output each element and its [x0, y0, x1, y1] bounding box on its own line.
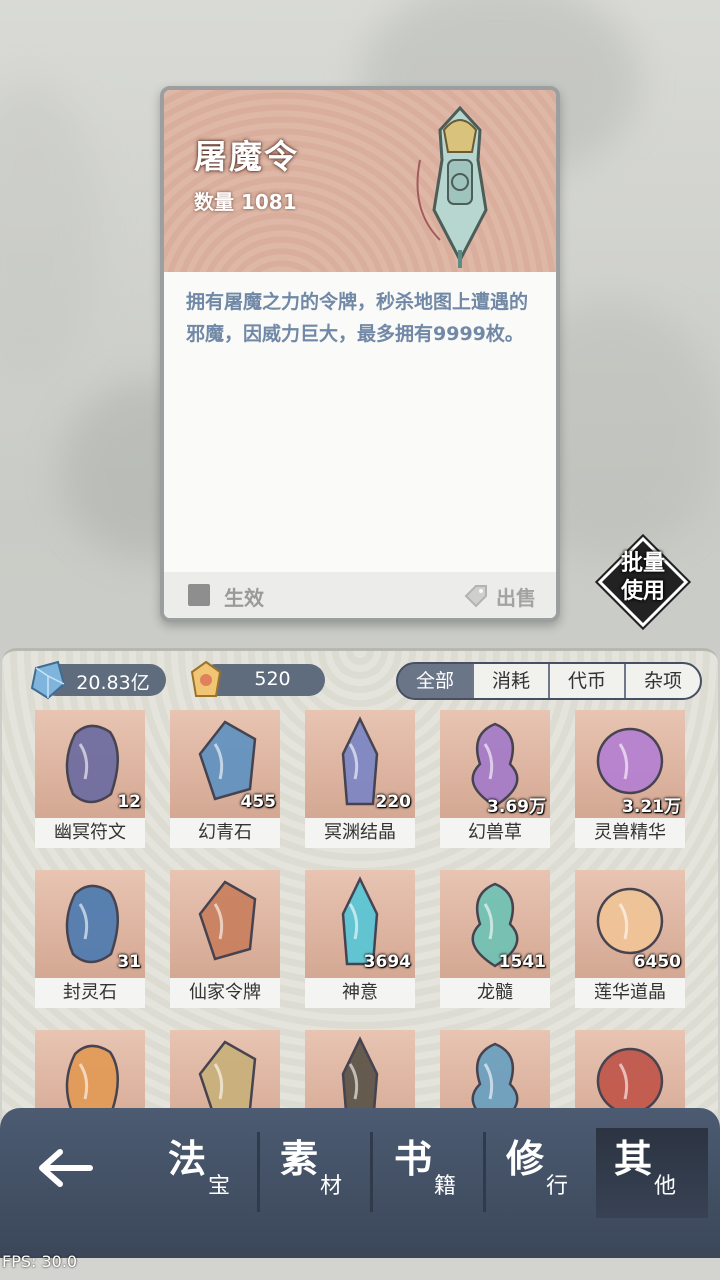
item-icon: [65, 1044, 119, 1110]
inventory-item[interactable]: 3.21万 灵兽精华: [575, 710, 685, 848]
item-thumbnail: [35, 1030, 145, 1110]
sell-button[interactable]: 出售: [496, 582, 536, 611]
item-icon: [198, 1040, 257, 1110]
back-arrow-icon[interactable]: [36, 1148, 96, 1188]
inventory-item[interactable]: 31 封灵石: [35, 870, 145, 1008]
item-count: 3694: [363, 952, 411, 972]
item-label: 仙家令牌: [170, 978, 280, 1008]
item-label: 冥渊结晶: [305, 818, 415, 848]
item-detail-card: 屠魔令 数量 1081 拥有屠魔之力的令牌，秒杀地图上遭遇的邪魔，因威力巨大，最…: [160, 86, 560, 622]
item-icon: [596, 1047, 664, 1110]
item-thumbnail: 3694: [305, 870, 415, 978]
effect-checkbox[interactable]: [188, 584, 210, 606]
inventory-item[interactable]: 3694 神意: [305, 870, 415, 1008]
item-grid: 12 幽冥符文 455 幻青石 220 冥渊结晶 3.69万 幻兽草 3.21万 灵兽精华 31 封灵…: [35, 710, 695, 1110]
item-icon: [471, 1042, 519, 1110]
item-quantity: 数量 1081: [194, 190, 297, 214]
item-count: 6450: [633, 952, 681, 972]
inventory-item[interactable]: 仙家令牌: [170, 870, 280, 1008]
inventory-item[interactable]: 12 幽冥符文: [35, 710, 145, 848]
bottom-nav: 法 宝 素 材 书 籍 修 行 其 他: [0, 1108, 720, 1258]
item-thumbnail: 31: [35, 870, 145, 978]
item-label: 龙髓: [440, 978, 550, 1008]
sell-tag-icon[interactable]: [462, 582, 490, 610]
inventory-item[interactable]: [440, 1030, 550, 1110]
item-thumbnail: 3.21万: [575, 710, 685, 818]
item-count: 220: [375, 792, 412, 812]
demon-slaying-token-icon: [416, 105, 488, 268]
item-thumbnail: 220: [305, 710, 415, 818]
tab-all[interactable]: 全部: [398, 664, 472, 698]
item-label: 幽冥符文: [35, 818, 145, 848]
inventory-item[interactable]: [170, 1030, 280, 1110]
tab-consumable[interactable]: 消耗: [472, 664, 548, 698]
item-detail-footer: 生效 出售: [164, 572, 556, 618]
tab-misc[interactable]: 杂项: [624, 664, 700, 698]
inventory-item[interactable]: [575, 1030, 685, 1110]
item-thumbnail: [440, 1030, 550, 1110]
inventory-item[interactable]: [35, 1030, 145, 1110]
jade-amount: 520: [254, 668, 291, 690]
item-detail-header: 屠魔令 数量 1081: [164, 90, 556, 272]
item-name: 屠魔令: [194, 137, 299, 176]
item-thumbnail: 1541: [440, 870, 550, 978]
item-count: 3.69万: [487, 797, 546, 817]
nav-divider: [370, 1132, 373, 1212]
item-thumbnail: [170, 1030, 280, 1110]
item-thumbnail: 6450: [575, 870, 685, 978]
item-thumbnail: 455: [170, 710, 280, 818]
item-thumbnail: [305, 1030, 415, 1110]
effect-label[interactable]: 生效: [224, 582, 264, 611]
inventory-item[interactable]: 6450 莲华道晶: [575, 870, 685, 1008]
batch-use-label-line1: 批量: [620, 551, 665, 576]
item-label: 幻青石: [170, 818, 280, 848]
item-thumbnail: 12: [35, 710, 145, 818]
item-label: 封灵石: [35, 978, 145, 1008]
fps-counter: FPS: 30.0: [2, 1252, 78, 1271]
item-label: 神意: [305, 978, 415, 1008]
background-ink: [0, 80, 100, 380]
inventory-item[interactable]: 455 幻青石: [170, 710, 280, 848]
tab-token[interactable]: 代币: [548, 664, 624, 698]
item-label: 灵兽精华: [575, 818, 685, 848]
nav-divider: [483, 1132, 486, 1212]
nav-divider: [257, 1132, 260, 1212]
inventory-item[interactable]: [305, 1030, 415, 1110]
inventory-item[interactable]: 3.69万 幻兽草: [440, 710, 550, 848]
item-icon: [341, 1036, 379, 1110]
item-count: 455: [240, 792, 277, 812]
batch-use-label-line2: 使用: [620, 579, 665, 604]
item-thumbnail: 3.69万: [440, 710, 550, 818]
item-label: 莲华道晶: [575, 978, 685, 1008]
batch-use-button[interactable]: 批量 使用: [594, 533, 692, 631]
item-thumbnail: [575, 1030, 685, 1110]
nav-tab-other[interactable]: 其 他: [596, 1128, 708, 1218]
item-count: 31: [117, 952, 141, 972]
item-count: 12: [117, 792, 141, 812]
inventory-item[interactable]: 220 冥渊结晶: [305, 710, 415, 848]
jade-token-icon: [190, 660, 222, 697]
item-description: 拥有屠魔之力的令牌，秒杀地图上遭遇的邪魔，因威力巨大，最多拥有9999枚。: [186, 291, 529, 345]
item-count: 3.21万: [622, 797, 681, 817]
filter-tabs: 全部 消耗 代币 杂项: [396, 662, 702, 700]
crystal-icon: [30, 660, 66, 700]
crystal-amount: 20.83亿: [76, 672, 150, 694]
item-label: 幻兽草: [440, 818, 550, 848]
item-thumbnail: [170, 870, 280, 978]
inventory-item[interactable]: 1541 龙髓: [440, 870, 550, 1008]
item-icon: [198, 880, 257, 961]
item-count: 1541: [498, 952, 546, 972]
